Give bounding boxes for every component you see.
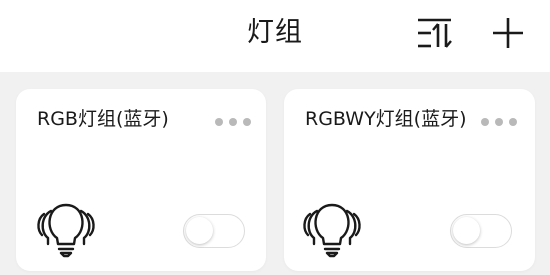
more-dots-icon (215, 118, 223, 126)
bulb-icon (35, 199, 99, 259)
sort-button[interactable] (415, 15, 457, 51)
sort-icon (418, 18, 452, 48)
switch-knob (453, 217, 480, 244)
more-options-button[interactable] (481, 117, 519, 127)
add-group-button[interactable] (489, 14, 527, 52)
more-options-button[interactable] (215, 117, 253, 127)
switch-knob (186, 217, 213, 244)
bulb-icon (301, 199, 365, 259)
page-title: 灯组 (247, 17, 303, 48)
group-name: RGB灯组(蓝牙) (37, 108, 169, 130)
light-group-card[interactable]: RGB灯组(蓝牙) (16, 89, 266, 271)
group-name: RGBWY灯组(蓝牙) (305, 108, 467, 130)
more-dots-icon (481, 118, 489, 126)
plus-icon (493, 18, 523, 48)
power-switch[interactable] (183, 214, 245, 248)
app-header: 灯组 (0, 0, 550, 72)
light-group-card[interactable]: RGBWY灯组(蓝牙) (284, 89, 535, 271)
power-switch[interactable] (450, 214, 512, 248)
